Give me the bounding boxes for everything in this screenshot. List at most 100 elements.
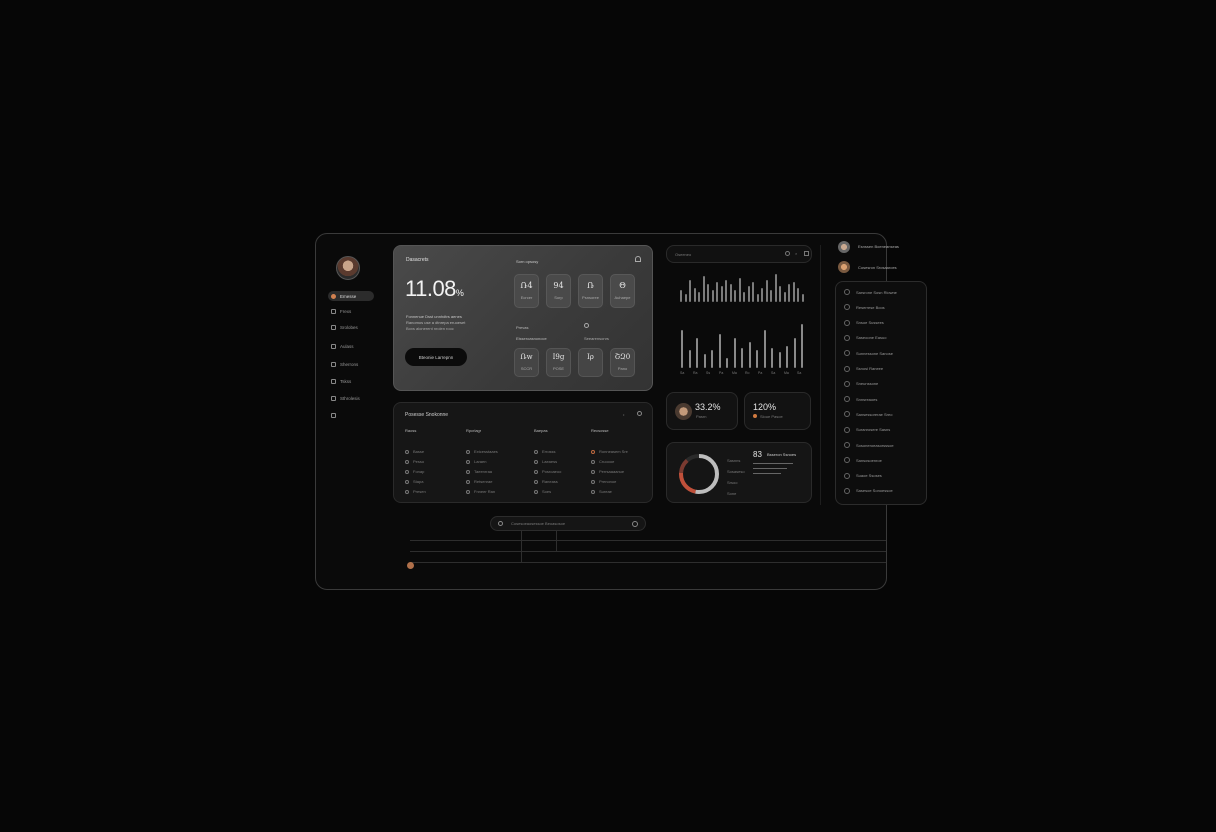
refresh-icon[interactable] bbox=[584, 323, 589, 328]
sidebar-item-label: Sherrons bbox=[340, 361, 359, 367]
table-cell[interactable]: Sureae bbox=[591, 489, 612, 494]
list-item[interactable]: Sneunssone bbox=[844, 380, 878, 387]
list-item[interactable]: Ssnosi Raneee bbox=[844, 365, 883, 372]
table-cell[interactable]: Extcesstaaes bbox=[466, 449, 498, 454]
table-cell[interactable]: Soes bbox=[534, 489, 551, 494]
metric-tile[interactable]: Ι9ց POSE bbox=[546, 348, 571, 377]
stat-value: 120% bbox=[753, 402, 777, 412]
tile-value: 94 bbox=[553, 281, 564, 290]
activity-bar bbox=[765, 280, 768, 302]
sidebar-item[interactable]: Aulass bbox=[328, 341, 374, 351]
right-list-panel bbox=[835, 281, 927, 505]
table-cell[interactable]: Perrsaaaanue bbox=[591, 469, 624, 474]
table-cell[interactable]: Posroaeoo bbox=[534, 469, 561, 474]
cell-text: Prenonoe bbox=[599, 479, 617, 484]
stat-label: Sloue Pasoe bbox=[760, 414, 783, 419]
hero-action-button[interactable]: Bteonie Larrepnn bbox=[405, 348, 467, 366]
table-cell[interactable]: Fnneer Ran bbox=[466, 489, 495, 494]
list-item[interactable]: Sansosoenroe bbox=[844, 457, 882, 464]
sidebar-item[interactable]: Frexs bbox=[328, 306, 374, 316]
list-item[interactable]: Sasesoe Sonoessoe bbox=[844, 487, 893, 494]
list-item[interactable]: Sunnessone Sanose bbox=[844, 350, 893, 357]
sidebar-item[interactable]: Sherrons bbox=[328, 359, 374, 369]
list-item[interactable]: Reserrese Boos bbox=[844, 304, 885, 311]
table-cell[interactable]: Raneass bbox=[534, 479, 558, 484]
bottom-search-bar[interactable]: Cosesoeaosessoe Beoasosoe bbox=[490, 516, 646, 531]
sidebar-item[interactable]: Tskss bbox=[328, 376, 374, 386]
table-cell[interactable]: Errosss bbox=[534, 449, 556, 454]
settings-icon[interactable] bbox=[785, 251, 790, 256]
metric-tile[interactable]: Ռw SCCR bbox=[514, 348, 539, 377]
metric-tile[interactable]: Ιρ bbox=[578, 348, 603, 377]
table-cell[interactable]: Ronneasem Sre bbox=[591, 449, 628, 454]
expand-icon[interactable] bbox=[804, 251, 809, 256]
search-icon[interactable] bbox=[637, 411, 642, 416]
list-item[interactable]: Suranrosere Sasns bbox=[844, 426, 890, 433]
table-cell[interactable]: Laraen bbox=[466, 459, 486, 464]
person-name[interactable]: Esnssen Boeneanseas bbox=[858, 244, 899, 249]
axis-label: Ra bbox=[693, 371, 698, 375]
cell-text: Extcesstaaes bbox=[474, 449, 498, 454]
table-cell[interactable]: Stapa bbox=[405, 479, 423, 484]
row-icon bbox=[534, 479, 538, 484]
table-cell[interactable]: Taeenrraa bbox=[466, 469, 492, 474]
metric-tile[interactable]: Ռ Psnsoree bbox=[578, 274, 603, 308]
activity-bar bbox=[726, 358, 728, 368]
list-item[interactable]: Sarsrone Sosn Riowne bbox=[844, 289, 897, 295]
donut-chart bbox=[679, 454, 719, 494]
axis-label: Sa bbox=[680, 371, 685, 375]
metric-tile[interactable]: Θ Auhaepe bbox=[610, 274, 635, 308]
hero-caption: Fonnenue Dsst unnhdtrs aenes bbox=[406, 314, 462, 319]
sidebar-item-label: Srolobes bbox=[340, 324, 358, 330]
sidebar-item[interactable]: Srolobes bbox=[328, 322, 374, 332]
list-item[interactable]: Saseoone Easuo bbox=[844, 334, 886, 341]
axis-label: Ma bbox=[732, 371, 737, 375]
table-cell[interactable]: Retsenrae bbox=[466, 479, 492, 484]
list-item[interactable]: Snnsreaoes bbox=[844, 396, 877, 403]
list-item[interactable]: Sosoneroeasorsssoe bbox=[844, 442, 894, 448]
table-cell[interactable]: Prenonoe bbox=[591, 479, 616, 484]
metric-tile[interactable]: Ռ4 Ecrcer bbox=[514, 274, 539, 308]
sidebar-item[interactable]: Sthrolesis bbox=[328, 393, 374, 403]
list-item[interactable]: Sansessorerae Sreo bbox=[844, 411, 892, 418]
cell-text: Fnneer Ran bbox=[474, 489, 496, 494]
divider bbox=[820, 245, 821, 505]
metric-tile[interactable]: ՇԶ0 Pano bbox=[610, 348, 635, 377]
activity-bar bbox=[747, 286, 750, 302]
metric-tile[interactable]: 94 Sorp bbox=[546, 274, 571, 308]
user-avatar[interactable] bbox=[336, 256, 360, 280]
stat-card-1[interactable]: 33.2% Pasrn bbox=[666, 392, 738, 430]
avatar[interactable] bbox=[838, 261, 850, 273]
activity-bar bbox=[689, 280, 691, 302]
mic-icon[interactable] bbox=[632, 521, 638, 527]
activity-bars-bottom bbox=[676, 312, 808, 368]
activity-bar bbox=[702, 276, 705, 302]
activity-bar bbox=[797, 288, 799, 302]
stat-card-2[interactable]: 120% Sloue Pasoe bbox=[744, 392, 811, 430]
list-item[interactable]: Snsoe Sussees bbox=[844, 319, 884, 326]
legend-line bbox=[753, 473, 781, 474]
sidebar-item[interactable]: Emesse bbox=[328, 291, 374, 301]
table-cell[interactable]: Cruoooe bbox=[591, 459, 614, 464]
list-icon bbox=[844, 442, 850, 448]
avatar[interactable] bbox=[838, 241, 850, 253]
axis-label: Ss bbox=[706, 371, 711, 375]
sidebar-item[interactable] bbox=[328, 410, 374, 420]
more-icon[interactable]: • bbox=[623, 412, 624, 417]
cell-text: Errosss bbox=[542, 449, 556, 454]
list-icon bbox=[844, 396, 850, 403]
activity-bar bbox=[741, 348, 743, 368]
person-name[interactable]: Cosesron Srosaaroes bbox=[858, 265, 897, 270]
headphones-icon[interactable] bbox=[635, 256, 641, 262]
table-cell[interactable]: Laeaess bbox=[534, 459, 557, 464]
table-cell[interactable]: Fonap bbox=[405, 469, 424, 474]
list-item[interactable]: Suaoe Ssoses bbox=[844, 472, 882, 479]
table-cell[interactable]: Basse bbox=[405, 449, 424, 454]
close-icon[interactable]: × bbox=[795, 251, 797, 256]
nav-icon bbox=[331, 412, 336, 418]
activity-bar bbox=[711, 350, 713, 368]
table-cell[interactable]: Pesso bbox=[405, 459, 424, 464]
list-item-label: Snsoe Sussees bbox=[856, 320, 884, 326]
table-cell[interactable]: Presen bbox=[405, 489, 426, 494]
activity-bar bbox=[771, 348, 773, 368]
